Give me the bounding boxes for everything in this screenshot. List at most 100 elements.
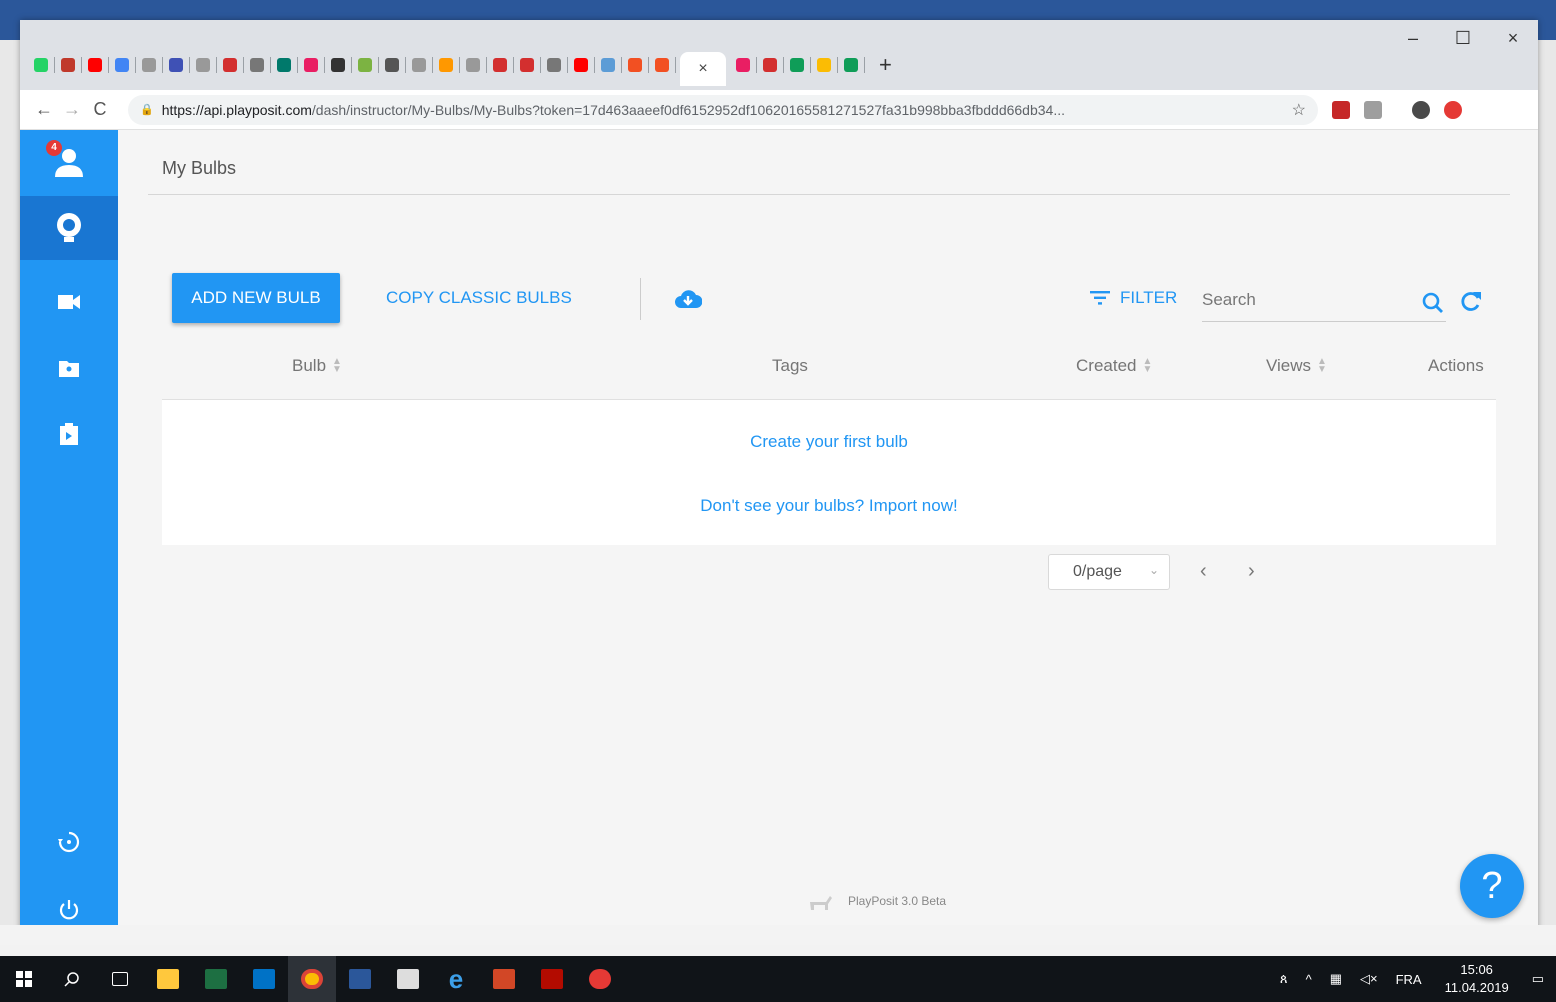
close-window-button[interactable]: × bbox=[1488, 28, 1538, 49]
powerpoint-icon[interactable] bbox=[480, 956, 528, 1002]
tab-favicon-icon[interactable] bbox=[223, 58, 237, 72]
column-header-bulb[interactable]: Bulb ▲ ▼ bbox=[292, 356, 342, 376]
tab-favicon-icon[interactable] bbox=[358, 58, 372, 72]
tab-favicon-icon[interactable] bbox=[547, 58, 561, 72]
background-word-statusbar bbox=[0, 925, 1556, 945]
tab-favicon-icon[interactable] bbox=[385, 58, 399, 72]
notification-center-icon[interactable]: ▭ bbox=[1532, 971, 1544, 987]
footer-brand: PlayPosit 3.0 Beta bbox=[808, 892, 946, 910]
next-page-button[interactable]: › bbox=[1248, 560, 1255, 583]
maximize-button[interactable]: ☐ bbox=[1438, 28, 1488, 49]
tab-favicon-icon[interactable] bbox=[412, 58, 426, 72]
filter-button[interactable]: FILTER bbox=[1090, 288, 1177, 308]
tab-favicon-icon[interactable] bbox=[34, 58, 48, 72]
network-icon[interactable]: ▦ bbox=[1330, 971, 1342, 987]
new-tab-button[interactable]: + bbox=[879, 52, 892, 78]
copy-classic-bulbs-button[interactable]: COPY CLASSIC BULBS bbox=[386, 283, 572, 313]
tab-favicon-icon[interactable] bbox=[304, 58, 318, 72]
tab-favicon-icon[interactable] bbox=[169, 58, 183, 72]
clock-time: 15:06 bbox=[1460, 962, 1493, 977]
nav-assignments[interactable] bbox=[20, 402, 118, 466]
tab-favicon-icon[interactable] bbox=[250, 58, 264, 72]
tab-favicon-icon[interactable] bbox=[655, 58, 669, 72]
tab-favicon-icon[interactable] bbox=[736, 58, 750, 72]
excel-icon[interactable] bbox=[192, 956, 240, 1002]
profile-avatar-icon[interactable] bbox=[1412, 100, 1430, 119]
task-view-icon[interactable] bbox=[96, 956, 144, 1002]
previous-page-button[interactable]: ‹ bbox=[1200, 560, 1207, 583]
chevron-up-icon[interactable]: ^ bbox=[1306, 972, 1312, 987]
column-header-views[interactable]: Views ▲ ▼ bbox=[1266, 356, 1327, 376]
tab-favicon-icon[interactable] bbox=[763, 58, 777, 72]
playposit-logo-icon bbox=[810, 896, 832, 910]
search-icon[interactable] bbox=[1422, 292, 1444, 314]
cloud-download-icon[interactable] bbox=[674, 288, 702, 310]
bookmark-star-icon[interactable]: ☆ bbox=[1292, 100, 1306, 120]
tab-separator bbox=[621, 57, 622, 73]
extension-red-icon[interactable] bbox=[1444, 100, 1462, 119]
outlook-icon[interactable] bbox=[240, 956, 288, 1002]
tab-favicon-icon[interactable] bbox=[115, 58, 129, 72]
tab-favicon-icon[interactable] bbox=[574, 58, 588, 72]
start-button[interactable] bbox=[0, 956, 48, 1002]
search-input[interactable]: Search bbox=[1202, 278, 1446, 322]
search-taskbar-icon[interactable] bbox=[48, 956, 96, 1002]
tab-favicon-icon[interactable] bbox=[817, 58, 831, 72]
nav-videos[interactable] bbox=[20, 270, 118, 334]
word-icon[interactable] bbox=[336, 956, 384, 1002]
outlook-shape bbox=[253, 969, 275, 989]
language-indicator[interactable]: FRA bbox=[1396, 972, 1422, 987]
tab-favicon-icon[interactable] bbox=[601, 58, 615, 72]
nav-profile[interactable]: 4 bbox=[20, 130, 118, 194]
add-new-bulb-button[interactable]: ADD NEW BULB bbox=[172, 273, 340, 323]
browser-window: × + – ☐ × ← → C 🔒 https://api.playposit.c… bbox=[20, 20, 1538, 934]
tab-close-button[interactable]: × bbox=[680, 52, 726, 86]
tab-favicon-icon[interactable] bbox=[331, 58, 345, 72]
tab-favicon-icon[interactable] bbox=[196, 58, 210, 72]
edge-icon[interactable]: e bbox=[432, 956, 480, 1002]
file-explorer-icon[interactable] bbox=[144, 956, 192, 1002]
tab-favicon-icon[interactable] bbox=[277, 58, 291, 72]
tab-separator bbox=[459, 57, 460, 73]
back-icon[interactable]: ← bbox=[30, 99, 58, 120]
windows-logo-icon bbox=[16, 971, 32, 987]
volume-icon[interactable]: ◁× bbox=[1360, 971, 1378, 987]
sort-icon: ▲ ▼ bbox=[1317, 356, 1327, 375]
minimize-button[interactable]: – bbox=[1388, 28, 1438, 49]
tab-favicon-icon[interactable] bbox=[142, 58, 156, 72]
forward-icon[interactable]: → bbox=[58, 99, 86, 120]
acrobat-icon[interactable] bbox=[528, 956, 576, 1002]
file-explorer-shape bbox=[157, 969, 179, 989]
tab-favicon-icon[interactable] bbox=[520, 58, 534, 72]
tab-favicon-icon[interactable] bbox=[439, 58, 453, 72]
tab-favicon-icon[interactable] bbox=[61, 58, 75, 72]
help-button[interactable]: ? bbox=[1460, 854, 1524, 918]
address-bar[interactable]: 🔒 https://api.playposit.com/dash/instruc… bbox=[128, 94, 1318, 125]
tab-favicon-icon[interactable] bbox=[628, 58, 642, 72]
tab-favicon-icon[interactable] bbox=[844, 58, 858, 72]
chrome-icon[interactable] bbox=[288, 956, 336, 1002]
tab-favicon-icon[interactable] bbox=[493, 58, 507, 72]
photos-icon[interactable] bbox=[384, 956, 432, 1002]
column-label-views: Views bbox=[1266, 356, 1312, 375]
create-first-bulb-link[interactable]: Create your first bulb bbox=[162, 432, 1496, 452]
column-header-created[interactable]: Created ▲ ▼ bbox=[1076, 356, 1152, 376]
clock-date: 11.04.2019 bbox=[1444, 980, 1509, 995]
pdf-extension-icon[interactable] bbox=[1332, 100, 1350, 119]
nav-classes[interactable] bbox=[20, 336, 118, 400]
import-bulbs-link[interactable]: Don't see your bulbs? Import now! bbox=[162, 496, 1496, 516]
page-size-select[interactable]: 0/page ⌄ bbox=[1048, 554, 1170, 590]
refresh-icon[interactable] bbox=[1460, 290, 1482, 312]
tab-favicon-icon[interactable] bbox=[88, 58, 102, 72]
tab-favicon-icon[interactable] bbox=[790, 58, 804, 72]
extension-icon[interactable] bbox=[1364, 100, 1382, 119]
nav-history[interactable] bbox=[20, 810, 118, 874]
tab-separator bbox=[297, 57, 298, 73]
app-red-icon[interactable] bbox=[576, 956, 624, 1002]
tab-separator bbox=[189, 57, 190, 73]
people-icon[interactable]: ጰ bbox=[1280, 971, 1288, 987]
tab-favicon-icon[interactable] bbox=[466, 58, 480, 72]
clock[interactable]: 15:06 11.04.2019 bbox=[1445, 961, 1509, 997]
reload-icon[interactable]: C bbox=[86, 99, 114, 120]
nav-bulbs[interactable] bbox=[20, 196, 118, 260]
